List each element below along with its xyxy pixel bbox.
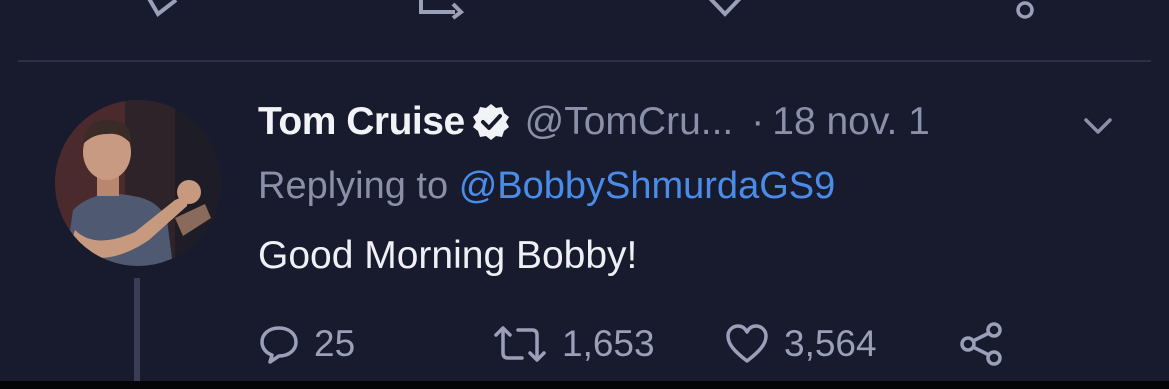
chevron-down-icon[interactable] [1080,108,1116,144]
previous-tweet-actions [0,0,1169,20]
tweet-text: Good Morning Bobby! [258,234,638,277]
reply-icon [260,326,298,364]
like-button[interactable]: 3,564 [724,318,877,370]
retweet-count: 1,653 [562,323,655,364]
share-icon[interactable] [1008,0,1042,20]
retweet-icon[interactable] [415,0,475,20]
reply-icon[interactable] [140,0,180,20]
tweet-header: Tom Cruise @TomCru... · 18 nov. 1 [258,96,930,148]
tweet-date[interactable]: 18 nov. 1 [772,100,930,144]
tweet-actions: 25 1,653 3,564 [258,318,1018,370]
tweet-divider [18,60,1151,62]
like-icon[interactable] [700,0,750,20]
avatar[interactable] [55,100,221,266]
display-name[interactable]: Tom Cruise [258,100,465,144]
bottom-edge [0,381,1169,389]
reply-button[interactable]: 25 [258,318,355,370]
retweet-icon [494,326,546,362]
retweet-button[interactable]: 1,653 [492,318,655,370]
thread-connector-line [134,278,140,389]
avatar-image [55,100,221,266]
user-handle[interactable]: @TomCru... [525,100,734,144]
replying-to-line: Replying to @BobbyShmurdaGS9 [258,165,835,208]
separator-dot: · [751,100,765,143]
share-icon [960,322,1002,366]
reply-count: 25 [314,323,356,364]
like-icon [726,324,768,363]
like-count: 3,564 [784,323,877,364]
verified-badge-icon [472,104,509,140]
replying-to-label: Replying to [258,165,449,207]
share-button[interactable] [958,318,1004,370]
replying-to-mention[interactable]: @BobbyShmurdaGS9 [459,165,836,207]
